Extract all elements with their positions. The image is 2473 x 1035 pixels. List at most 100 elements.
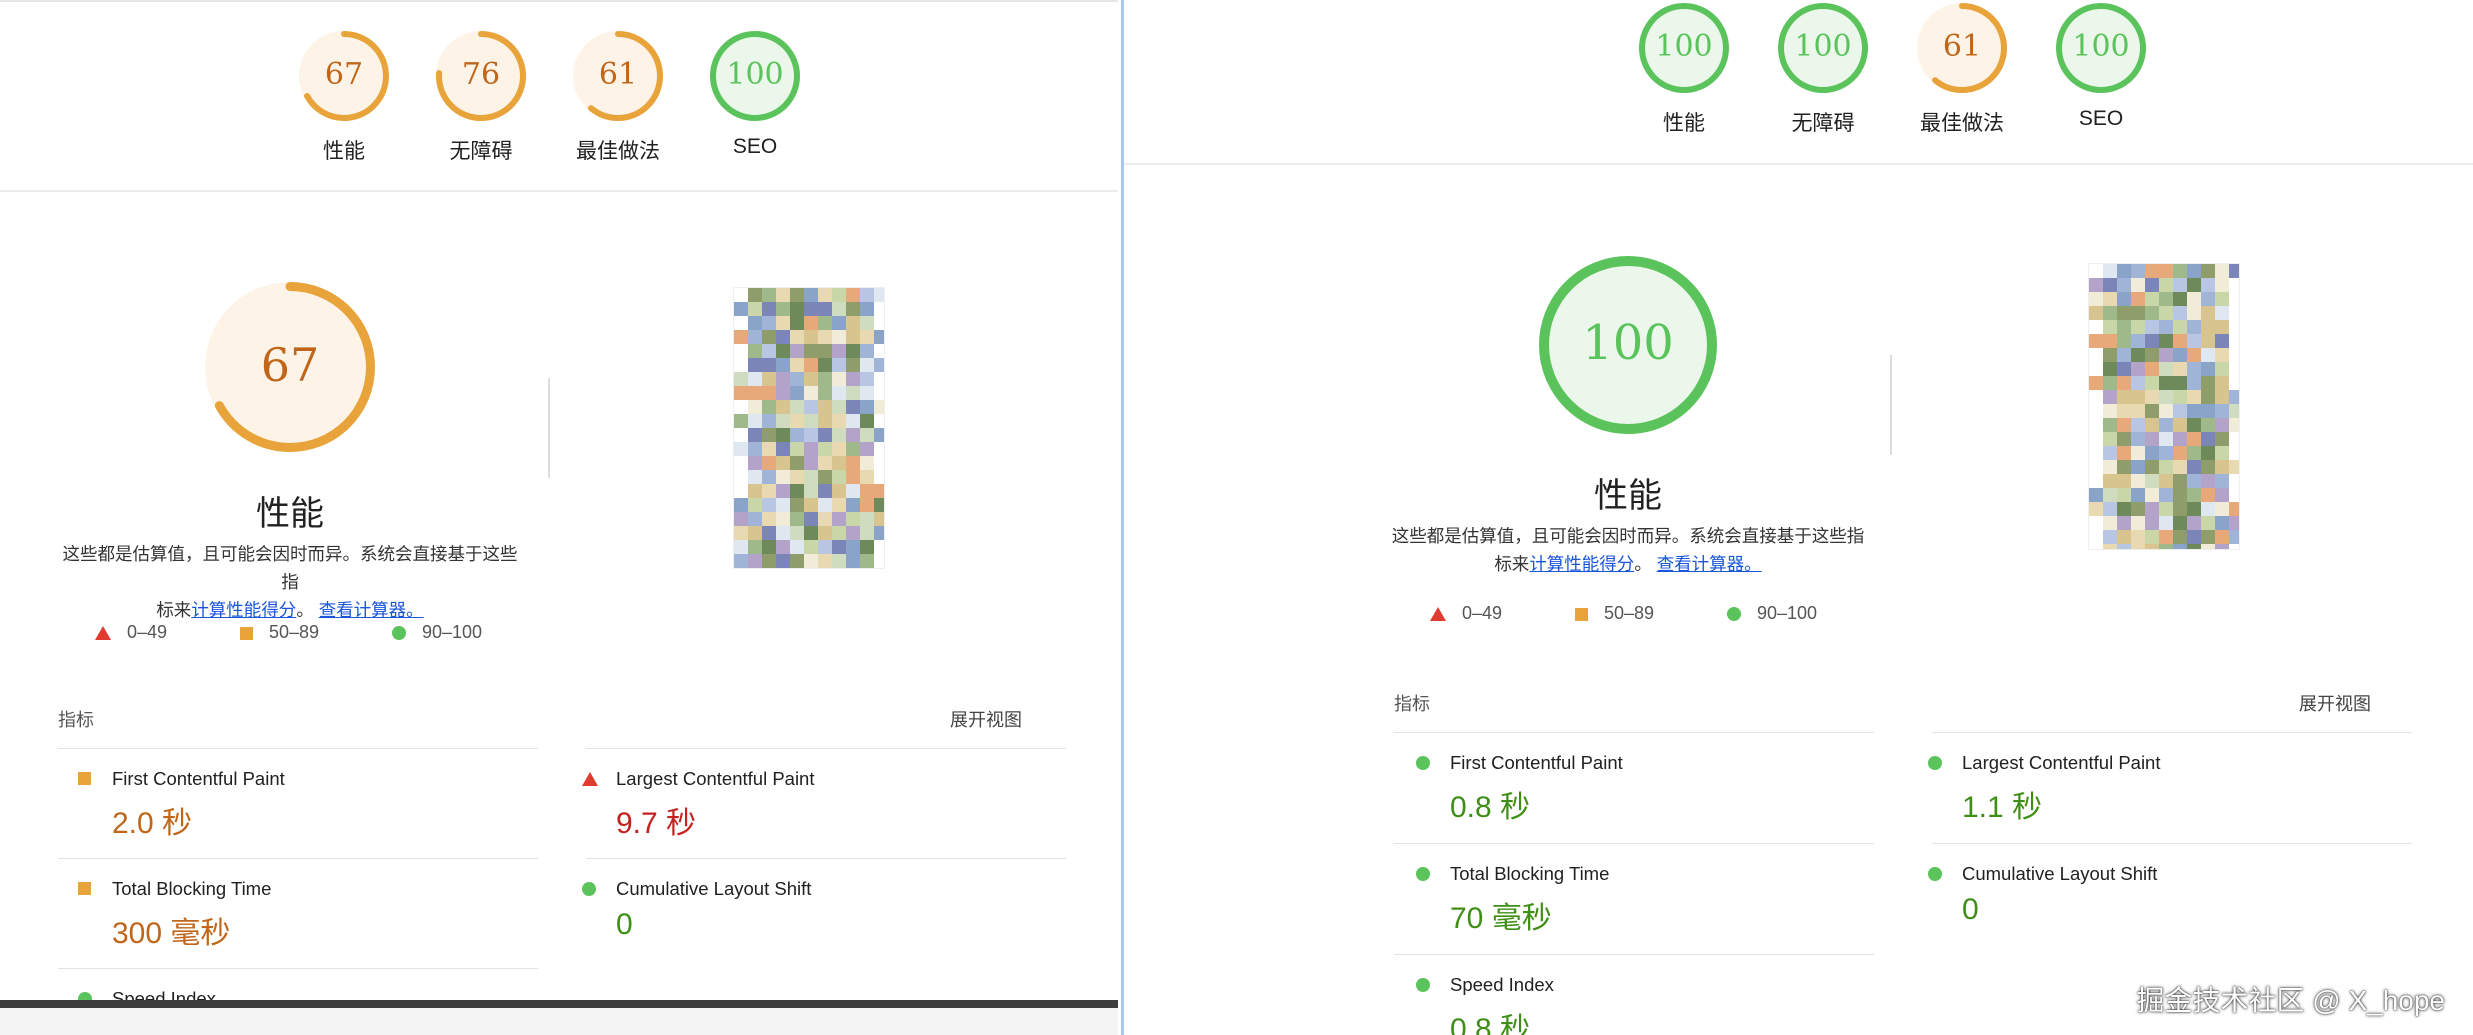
thumbnail-pixel: [2145, 390, 2159, 404]
thumbnail-pixel: [790, 512, 804, 526]
thumbnail-pixel: [832, 400, 846, 414]
legend-pass: 90–100: [1727, 603, 1817, 624]
thumbnail-pixel: [2201, 530, 2215, 544]
thumbnail-pixel: [804, 512, 818, 526]
thumbnail-pixel: [818, 498, 832, 512]
thumbnail-pixel: [2145, 432, 2159, 446]
score-legend: 0–49 50–89 90–100: [95, 622, 595, 652]
legend-fail: 0–49: [1430, 603, 1502, 624]
score-gauge-0[interactable]: 100 性能: [1639, 3, 1729, 135]
thumbnail-pixel: [2173, 418, 2187, 432]
thumbnail-pixel: [2229, 516, 2239, 530]
thumbnail-pixel: [2159, 418, 2173, 432]
thumbnail-pixel: [818, 526, 832, 540]
thumbnail-pixel: [762, 302, 776, 316]
thumbnail-pixel: [2145, 502, 2159, 516]
metric-divider: [586, 858, 1066, 859]
score-gauge-3[interactable]: 100 SEO: [2056, 3, 2146, 130]
thumbnail-pixel: [2173, 376, 2187, 390]
thumbnail-pixel: [832, 554, 846, 568]
thumbnail-pixel: [2173, 264, 2187, 278]
thumbnail-pixel: [804, 372, 818, 386]
metric-item: Largest Contentful Paint 9.7 秒: [582, 768, 815, 842]
thumbnail-pixel: [2187, 516, 2201, 530]
thumbnail-pixel: [2159, 264, 2173, 278]
thumbnail-pixel: [734, 330, 748, 344]
thumbnail-pixel: [776, 372, 790, 386]
thumbnail-pixel: [818, 428, 832, 442]
expand-view-toggle[interactable]: 展开视图: [950, 706, 1022, 732]
thumbnail-pixel: [2103, 516, 2117, 530]
score-gauge-1[interactable]: 76 无障碍: [436, 31, 526, 163]
score-gauge-1[interactable]: 100 无障碍: [1778, 3, 1868, 135]
page-screenshot-thumbnail[interactable]: [2088, 263, 2240, 550]
thumbnail-pixel: [2145, 418, 2159, 432]
score-gauge-2[interactable]: 61 最佳做法: [573, 31, 663, 163]
thumbnail-pixel: [874, 540, 884, 554]
thumbnail-pixel: [2173, 460, 2187, 474]
thumbnail-pixel: [2131, 348, 2145, 362]
thumbnail-pixel: [2089, 404, 2103, 418]
thumbnail-pixel: [790, 400, 804, 414]
view-calculator-link[interactable]: 查看计算器。: [1657, 554, 1762, 574]
triangle-icon: [582, 772, 598, 786]
thumbnail-pixel: [2117, 446, 2131, 460]
thumbnail-pixel: [748, 498, 762, 512]
score-gauge-2[interactable]: 61 最佳做法: [1917, 3, 2007, 135]
thumbnail-pixel: [762, 330, 776, 344]
thumbnail-pixel: [860, 400, 874, 414]
thumbnail-pixel: [2117, 460, 2131, 474]
page-screenshot-thumbnail[interactable]: [733, 287, 885, 569]
thumbnail-pixel: [832, 344, 846, 358]
thumbnail-pixel: [748, 540, 762, 554]
metric-divider: [1394, 954, 1874, 955]
thumbnail-pixel: [818, 512, 832, 526]
thumbnail-pixel: [734, 344, 748, 358]
expand-view-toggle[interactable]: 展开视图: [2299, 690, 2371, 716]
thumbnail-pixel: [2215, 544, 2229, 549]
scrollbar-track[interactable]: [0, 1000, 1118, 1008]
thumbnail-pixel: [748, 442, 762, 456]
metric-value: 0.8 秒: [1450, 791, 1531, 824]
vertical-divider: [1890, 355, 1892, 455]
metric-divider: [1932, 732, 2412, 733]
thumbnail-pixel: [776, 526, 790, 540]
thumbnail-pixel: [832, 526, 846, 540]
thumbnail-pixel: [734, 442, 748, 456]
score-gauge-3[interactable]: 100 SEO: [710, 31, 800, 158]
thumbnail-pixel: [832, 442, 846, 456]
watermark-text: 掘金技术社区 @ X_hope: [2136, 985, 2445, 1016]
thumbnail-pixel: [832, 498, 846, 512]
calculate-score-link[interactable]: 计算性能得分: [191, 600, 296, 620]
calculate-score-link[interactable]: 计算性能得分: [1529, 554, 1634, 574]
thumbnail-pixel: [2117, 418, 2131, 432]
thumbnail-pixel: [748, 526, 762, 540]
score-gauge-0[interactable]: 67 性能: [299, 31, 389, 163]
thumbnail-pixel: [2187, 418, 2201, 432]
view-calculator-link[interactable]: 查看计算器。: [319, 600, 424, 620]
thumbnail-pixel: [2089, 488, 2103, 502]
metric-item: Cumulative Layout Shift 0: [582, 878, 811, 942]
metric-name: Largest Contentful Paint: [616, 768, 815, 789]
triangle-icon: [95, 626, 111, 641]
thumbnail-pixel: [804, 358, 818, 372]
thumbnail-pixel: [874, 358, 884, 372]
thumbnail-pixel: [2201, 320, 2215, 334]
thumbnail-pixel: [804, 526, 818, 540]
thumbnail-pixel: [2229, 530, 2239, 544]
thumbnail-pixel: [832, 470, 846, 484]
thumbnail-pixel: [2103, 334, 2117, 348]
thumbnail-pixel: [2131, 460, 2145, 474]
thumbnail-pixel: [2215, 306, 2229, 320]
thumbnail-pixel: [2187, 376, 2201, 390]
thumbnail-pixel: [874, 526, 884, 540]
circle-icon: [392, 626, 406, 641]
thumbnail-pixel: [734, 526, 748, 540]
thumbnail-pixel: [2173, 278, 2187, 292]
thumbnail-pixel: [2131, 432, 2145, 446]
thumbnail-pixel: [762, 554, 776, 568]
thumbnail-pixel: [748, 414, 762, 428]
thumbnail-pixel: [2173, 516, 2187, 530]
thumbnail-pixel: [2201, 278, 2215, 292]
thumbnail-pixel: [2229, 474, 2239, 488]
